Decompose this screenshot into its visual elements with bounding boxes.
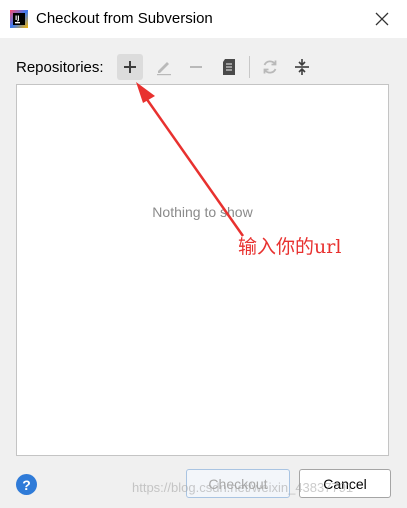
- add-repository-button[interactable]: [117, 54, 143, 80]
- help-button[interactable]: ?: [16, 474, 37, 495]
- toolbar-separator: [249, 56, 250, 78]
- remove-repository-button[interactable]: [183, 54, 209, 80]
- checkout-button[interactable]: Checkout: [186, 469, 290, 498]
- refresh-icon: [263, 60, 277, 74]
- plus-icon: [124, 61, 136, 73]
- close-icon[interactable]: [373, 10, 391, 28]
- help-icon: ?: [22, 476, 31, 493]
- title-bar: IJ Checkout from Subversion: [0, 0, 407, 38]
- empty-state-text: Nothing to show: [152, 204, 253, 220]
- intellij-idea-icon: IJ: [10, 10, 28, 28]
- repository-list[interactable]: Nothing to show: [16, 84, 389, 456]
- annotation-text: 输入你的url: [238, 236, 342, 258]
- refresh-button[interactable]: [257, 54, 283, 80]
- minus-icon: [190, 66, 202, 68]
- checkout-button-label: Checkout: [208, 475, 268, 492]
- document-icon: [223, 59, 235, 75]
- browse-repository-button[interactable]: [216, 54, 242, 80]
- window-title: Checkout from Subversion: [36, 10, 213, 27]
- edit-repository-button[interactable]: [151, 54, 177, 80]
- cancel-button[interactable]: Cancel: [299, 469, 391, 498]
- repositories-label: Repositories:: [16, 59, 104, 76]
- collapse-icon: [295, 59, 309, 75]
- collapse-button[interactable]: [289, 54, 315, 80]
- svg-text:IJ: IJ: [15, 15, 19, 22]
- cancel-button-label: Cancel: [323, 475, 367, 492]
- pencil-icon: [157, 62, 171, 76]
